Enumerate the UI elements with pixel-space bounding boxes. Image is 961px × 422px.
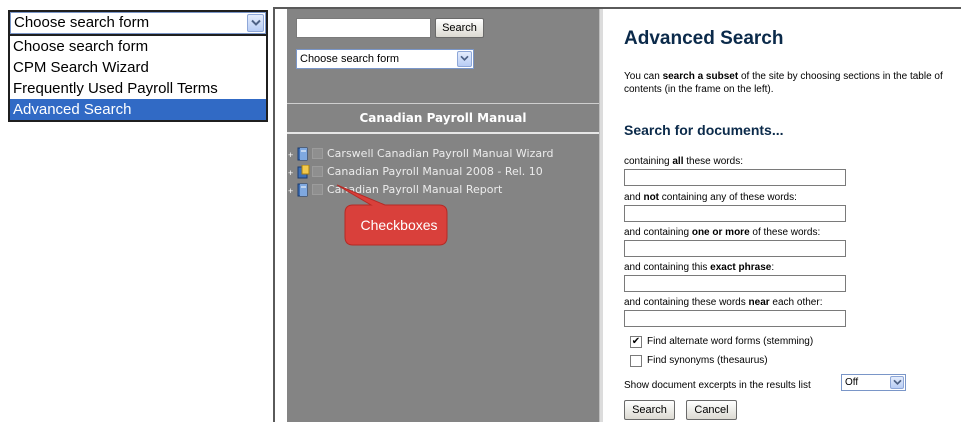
- intro-text: You can search a subset of the site by c…: [624, 70, 949, 96]
- search-form-options-list: Choose search form CPM Search Wizard Fre…: [10, 36, 266, 120]
- intro-text-part: You can: [624, 71, 663, 82]
- label-text: containing: [624, 156, 673, 167]
- excerpts-select[interactable]: Off: [841, 374, 906, 391]
- navigation-frame: Search Choose search form Canadian Payro…: [287, 9, 599, 422]
- field-label-any-words: and containing one or more of these word…: [624, 227, 820, 238]
- label-bold: near: [748, 297, 770, 308]
- search-form-dropdown-expanded[interactable]: Choose search form Choose search form CP…: [8, 10, 268, 122]
- label-bold: exact phrase: [710, 262, 772, 273]
- excerpts-select-value: Off: [845, 377, 859, 388]
- all-words-input[interactable]: [624, 169, 846, 186]
- label-text: and containing: [624, 227, 692, 238]
- option-frequently-used-payroll-terms[interactable]: Frequently Used Payroll Terms: [10, 78, 266, 99]
- callout-text: Checkboxes: [360, 217, 438, 233]
- synonyms-checkbox[interactable]: [630, 355, 642, 367]
- stemming-label: Find alternate word forms (stemming): [647, 336, 814, 347]
- synonyms-label: Find synonyms (thesaurus): [647, 355, 768, 366]
- cancel-button[interactable]: Cancel: [686, 400, 737, 420]
- stemming-checkbox[interactable]: ✔: [630, 336, 642, 348]
- dropdown-arrow-button[interactable]: [247, 14, 264, 32]
- label-bold: one or more: [691, 227, 750, 238]
- chevron-down-icon: [251, 19, 261, 26]
- application-frames: Search Choose search form Canadian Payro…: [273, 7, 961, 422]
- label-bold: not: [643, 192, 660, 203]
- dropdown-arrow-button[interactable]: [890, 376, 904, 389]
- label-text: containing any of these words:: [659, 192, 797, 203]
- label-text: and: [624, 192, 644, 203]
- option-cpm-search-wizard[interactable]: CPM Search Wizard: [10, 57, 266, 78]
- search-form-select-value: Choose search form: [14, 14, 150, 31]
- field-label-exact-phrase: and containing this exact phrase:: [624, 262, 774, 273]
- option-advanced-search[interactable]: Advanced Search: [10, 99, 266, 120]
- intro-text-bold: search a subset: [662, 71, 739, 82]
- not-words-input[interactable]: [624, 205, 846, 222]
- page-title: Advanced Search: [624, 28, 784, 49]
- label-bold: all: [672, 156, 684, 167]
- field-label-not-words: and not containing any of these words:: [624, 192, 797, 203]
- advanced-search-button[interactable]: Search: [624, 400, 675, 420]
- field-label-all-words: containing all these words:: [624, 156, 743, 167]
- near-words-input[interactable]: [624, 310, 846, 327]
- any-words-input[interactable]: [624, 240, 846, 257]
- chevron-down-icon: [893, 379, 902, 386]
- label-text: each other:: [769, 297, 823, 308]
- label-text: of these words:: [749, 227, 821, 238]
- section-heading: Search for documents...: [624, 122, 784, 138]
- label-text: these words:: [683, 156, 743, 167]
- label-text: and containing this: [624, 262, 711, 273]
- label-text: :: [771, 262, 775, 273]
- advanced-search-frame: Advanced Search You can search a subset …: [603, 9, 961, 422]
- field-label-near-words: and containing these words near each oth…: [624, 297, 822, 308]
- exact-phrase-input[interactable]: [624, 275, 846, 292]
- excerpts-label: Show document excerpts in the results li…: [624, 380, 811, 391]
- option-choose-search-form[interactable]: Choose search form: [10, 36, 266, 57]
- label-text: and containing these words: [624, 297, 749, 308]
- search-form-select[interactable]: Choose search form: [10, 12, 266, 34]
